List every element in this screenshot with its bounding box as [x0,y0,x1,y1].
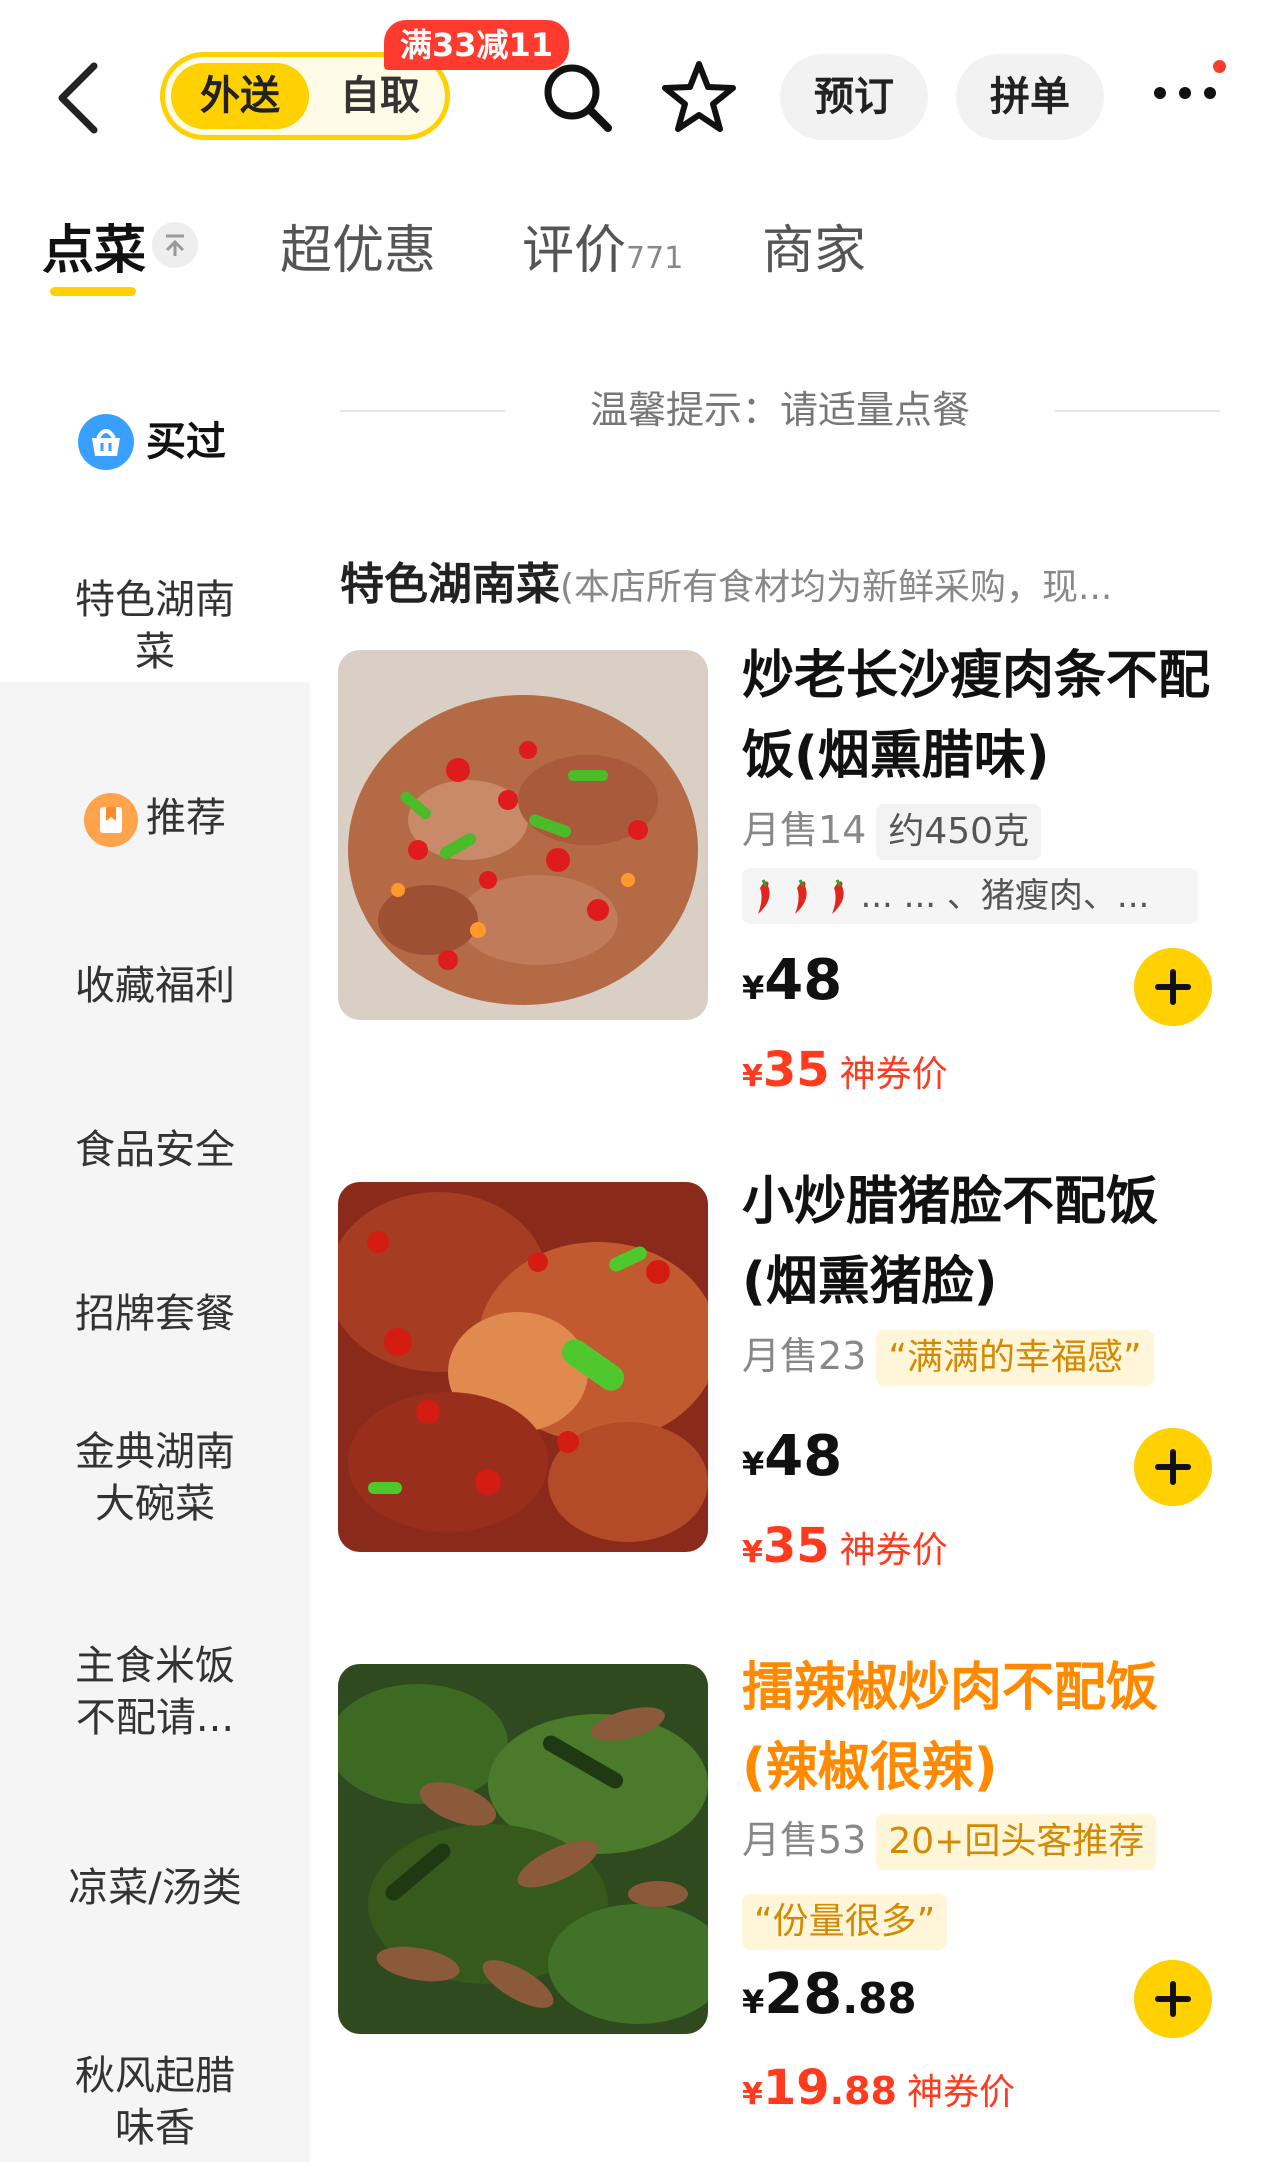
coupon-price: ¥35 神券价 [742,1042,948,1098]
currency-symbol: ¥ [742,969,765,1007]
sidebar-item-hunan-specialty[interactable]: 特色湖南菜 [0,522,310,682]
pickup-tab[interactable]: 自取 [325,63,435,129]
category-sidebar: 特色湖南菜 推荐 收藏福利 食品安全 招牌套餐 金典湖南大碗菜 主食米饭不配请.… [0,522,310,2162]
dish-name[interactable]: 小炒腊猪脸不配饭(烟熏猪脸) [742,1162,1212,1322]
ingredient-text: ... ... 、猪瘦肉、... [860,876,1150,916]
currency-symbol: ¥ [742,1059,763,1094]
sidebar-item-signature-set[interactable]: 招牌套餐 [0,1288,310,1340]
sidebar-item-label: 特色湖南菜 [75,577,235,675]
price-value: 48 [764,1424,843,1489]
sidebar-item-staple-rice[interactable]: 主食米饭不配请... [0,1640,310,1744]
category-note: (本店所有食材均为新鲜采购，现... [560,567,1113,608]
group-order-button[interactable]: 拼单 [956,54,1104,140]
currency-symbol: ¥ [742,2077,763,2112]
category-title: 特色湖南菜 [340,559,560,610]
coupon-label: 神券价 [907,2072,1016,2113]
add-to-cart-button[interactable] [1134,948,1212,1026]
tab-order[interactable]: 点菜 [42,208,146,283]
sidebar-bought[interactable]: 买过 [0,380,310,520]
dish-sales: 月售23 “满满的幸福感” [742,1328,1154,1386]
add-to-cart-button[interactable] [1134,1428,1212,1506]
coupon-price: ¥19.88 神券价 [742,2060,1015,2116]
currency-symbol: ¥ [742,1983,765,2021]
shopping-basket-icon [78,414,134,470]
active-tab-indicator [50,287,136,296]
dish-price: ¥48 [742,1424,842,1489]
review-quote-badge: “份量很多” [742,1894,948,1950]
weight-badge: 约450克 [876,804,1042,860]
tab-deals[interactable]: 超优惠 [280,208,436,283]
coupon-price: ¥35 神券价 [742,1518,948,1574]
ingredient-tags: ... ... 、猪瘦肉、... [742,868,1198,924]
add-to-cart-button[interactable] [1134,1960,1212,2038]
sidebar-item-label: 推荐 [146,795,226,841]
dish-name[interactable]: 擂辣椒炒肉不配饭(辣椒很辣) [742,1648,1212,1808]
coupon-value: 35 [762,1042,830,1098]
monthly-sales: 月售14 [742,808,867,852]
chili-icon [831,878,844,914]
monthly-sales: 月售23 [742,1334,867,1378]
coupon-label: 神券价 [839,1530,948,1571]
dish-sales: 月售53 20+回头客推荐 [742,1812,1157,1870]
price-decimal: .88 [842,1974,917,2023]
coupon-integer: 19 [762,2060,830,2116]
recommend-book-icon [84,793,138,847]
dish-price: ¥28.88 [742,1962,917,2027]
dish-sales: 月售14 约450克 [742,802,1042,860]
coupon-value: 35 [762,1518,830,1574]
dish-price: ¥48 [742,948,842,1013]
more-options-icon[interactable] [1150,82,1220,104]
coupon-decimal: .88 [829,2069,897,2113]
sidebar-item-cured-meat[interactable]: 秋风起腊味香 [0,2050,310,2154]
sidebar-item-food-safety[interactable]: 食品安全 [0,1124,310,1176]
dish-image[interactable] [338,1182,708,1552]
chili-icon [794,878,807,914]
sidebar-item-favorites-benefit[interactable]: 收藏福利 [0,960,310,1012]
returning-customer-badge: 20+回头客推荐 [876,1814,1157,1870]
reserve-button[interactable]: 预订 [780,54,928,140]
dish-image[interactable] [338,650,708,1020]
dish-name[interactable]: 炒老长沙瘦肉条不配饭(烟熏腊味) [742,636,1212,796]
sidebar-item-big-bowl[interactable]: 金典湖南大碗菜 [0,1426,310,1530]
back-arrow-icon[interactable] [52,58,104,138]
price-value: 48 [764,948,843,1013]
ordering-tip: 温馨提示：请适量点餐 [340,380,1220,440]
review-count: 771 [626,241,684,276]
favorite-star-icon[interactable] [660,58,738,136]
monthly-sales: 月售53 [742,1818,867,1862]
search-icon[interactable] [540,60,616,136]
review-quote: “份量很多” [742,1892,948,1950]
tab-reviews[interactable]: 评价771 [522,208,683,283]
collapse-up-icon[interactable] [152,222,198,268]
currency-symbol: ¥ [742,1445,765,1483]
review-quote-badge: “满满的幸福感” [876,1330,1154,1386]
price-integer: 28 [764,1962,843,2027]
sidebar-bought-label: 买过 [146,419,226,465]
tab-reviews-label: 评价 [522,221,627,281]
divider [1055,410,1220,412]
coupon-label: 神券价 [839,1054,948,1095]
currency-symbol: ¥ [742,1535,763,1570]
notification-dot [1213,60,1226,73]
top-bar: 外送 自取 满33减11 预订 拼单 [0,0,1280,190]
sidebar-item-label: 主食米饭不配请... [75,1643,235,1741]
sidebar-item-label: 秋风起腊味香 [75,2053,235,2151]
sidebar-item-recommend[interactable]: 推荐 [0,792,310,847]
delivery-tab[interactable]: 外送 [171,63,309,129]
tab-merchant[interactable]: 商家 [762,208,866,283]
category-header: 特色湖南菜(本店所有食材均为新鲜采购，现... [340,548,1240,612]
chili-icon [758,878,770,914]
sidebar-item-label: 金典湖南大碗菜 [75,1429,235,1527]
dish-image[interactable] [338,1664,708,2034]
sidebar-item-cold-dishes-soup[interactable]: 凉菜/汤类 [0,1862,310,1914]
